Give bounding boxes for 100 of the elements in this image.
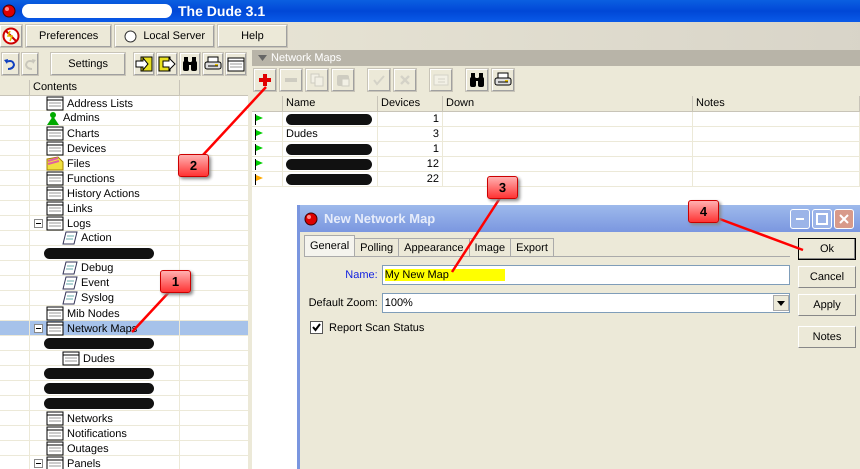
undo-button[interactable] <box>2 53 19 75</box>
tab[interactable]: General <box>304 235 356 256</box>
zoom-dropdown[interactable]: 100% <box>382 293 790 313</box>
dropdown-arrow-icon <box>777 300 785 306</box>
table-icon <box>46 126 64 141</box>
scroll-icon <box>62 231 78 245</box>
server-button[interactable]: Local Server <box>115 25 214 47</box>
tree-item[interactable]: Admins <box>63 112 100 124</box>
checkmark-icon <box>312 323 321 332</box>
toolbar-button[interactable]: Settings <box>51 53 125 75</box>
cross-icon <box>398 73 412 87</box>
checkbox-label: Report Scan Status <box>329 322 424 334</box>
dialog-button[interactable]: Ok <box>798 238 856 260</box>
tree-item[interactable]: Debug <box>81 262 114 274</box>
checkbox[interactable] <box>310 321 323 334</box>
collapse-toggle[interactable] <box>34 219 43 228</box>
maximize-icon <box>816 212 828 224</box>
tree-item[interactable]: History Actions <box>67 188 140 200</box>
find-button[interactable] <box>466 69 488 91</box>
table-icon <box>46 186 64 201</box>
redo-icon <box>22 57 37 71</box>
tab[interactable]: Image <box>468 238 512 256</box>
column-header[interactable]: Devices <box>378 96 443 111</box>
table-icon <box>46 306 64 321</box>
dialog-button[interactable]: Apply <box>798 294 856 316</box>
column-header[interactable]: Notes <box>693 96 860 111</box>
copy-icon <box>310 73 324 87</box>
scroll-icon <box>62 291 78 305</box>
floppy-arrow-icon <box>158 56 176 72</box>
binoculars-icon <box>468 72 486 88</box>
column-header[interactable]: Down <box>443 96 693 111</box>
tree-item[interactable]: Outages <box>67 442 109 454</box>
tab[interactable]: Polling <box>354 238 400 256</box>
minus-icon <box>36 461 41 466</box>
tree-item[interactable]: Charts <box>67 128 100 140</box>
toolbar-button[interactable]: Help <box>218 25 287 47</box>
window-title: The Dude 3.1 <box>178 3 266 19</box>
tree-item[interactable]: Networks <box>67 412 113 424</box>
tree-item[interactable]: Syslog <box>81 292 114 304</box>
files-icon <box>46 156 64 171</box>
tree-item[interactable]: Files <box>67 158 90 170</box>
name-field[interactable]: My New Map <box>382 265 790 285</box>
note-icon <box>433 73 449 87</box>
collapse-toggle[interactable] <box>34 324 43 333</box>
print-button[interactable] <box>492 69 514 91</box>
scroll-icon <box>62 276 78 290</box>
tree-item[interactable]: Event <box>81 277 110 289</box>
collapse-toggle[interactable] <box>34 459 43 468</box>
dialog-button[interactable]: Notes <box>798 326 856 348</box>
add-button[interactable] <box>254 69 276 91</box>
tree-item[interactable]: Devices <box>67 142 106 154</box>
tree-item[interactable]: Address Lists <box>67 98 134 110</box>
tree-item[interactable]: Panels <box>67 458 101 469</box>
collapse-arrow-icon <box>258 55 267 61</box>
table-button[interactable] <box>226 53 246 75</box>
tree-item[interactable]: Mib Nodes <box>67 308 120 320</box>
radio-icon <box>124 30 138 42</box>
tree-item[interactable]: Logs <box>67 218 91 230</box>
minus-icon <box>36 221 41 226</box>
table-icon <box>62 351 80 366</box>
app-icon <box>304 212 318 226</box>
tree-item[interactable]: Dudes <box>83 352 115 364</box>
table-icon <box>46 201 64 216</box>
tree-item[interactable]: Action <box>81 232 112 244</box>
table-icon <box>46 426 64 441</box>
table-cell: 1 <box>432 113 439 125</box>
floppy-arrow-icon <box>135 56 153 72</box>
plus-icon <box>258 73 272 87</box>
leader-line <box>202 86 267 156</box>
minimize-icon <box>796 218 804 220</box>
tab[interactable]: Export <box>510 238 554 256</box>
table-icon <box>46 441 64 456</box>
tree-item[interactable]: Functions <box>67 172 115 184</box>
binoculars-icon <box>181 56 199 72</box>
stop-button[interactable] <box>0 25 22 47</box>
import-button[interactable] <box>157 53 177 75</box>
toolbar-button[interactable]: Preferences <box>26 25 112 47</box>
panel-title: Network Maps <box>271 52 342 64</box>
tab[interactable]: Appearance <box>398 238 470 256</box>
close-icon <box>839 214 849 224</box>
table-cell: 12 <box>426 158 439 170</box>
field-label: Name: <box>344 269 378 281</box>
scroll-icon <box>62 261 78 275</box>
table-cell: Dudes <box>286 128 318 140</box>
find-button[interactable] <box>180 53 200 75</box>
undo-icon <box>3 57 18 71</box>
callout-number: 1 <box>160 270 191 293</box>
stop-icon <box>2 27 20 45</box>
export-button[interactable] <box>134 53 154 75</box>
app-icon <box>2 4 16 18</box>
callout-number: 4 <box>688 200 719 223</box>
table-cell: 1 <box>432 143 439 155</box>
print-button[interactable] <box>203 53 223 75</box>
callout-number: 3 <box>487 176 518 199</box>
table-icon <box>46 171 64 186</box>
dialog-button[interactable]: Cancel <box>798 266 856 288</box>
column-header[interactable]: Name <box>283 96 378 111</box>
tree-item[interactable]: Notifications <box>67 428 127 440</box>
tree-item[interactable]: Links <box>67 202 93 214</box>
table-icon <box>46 216 64 231</box>
